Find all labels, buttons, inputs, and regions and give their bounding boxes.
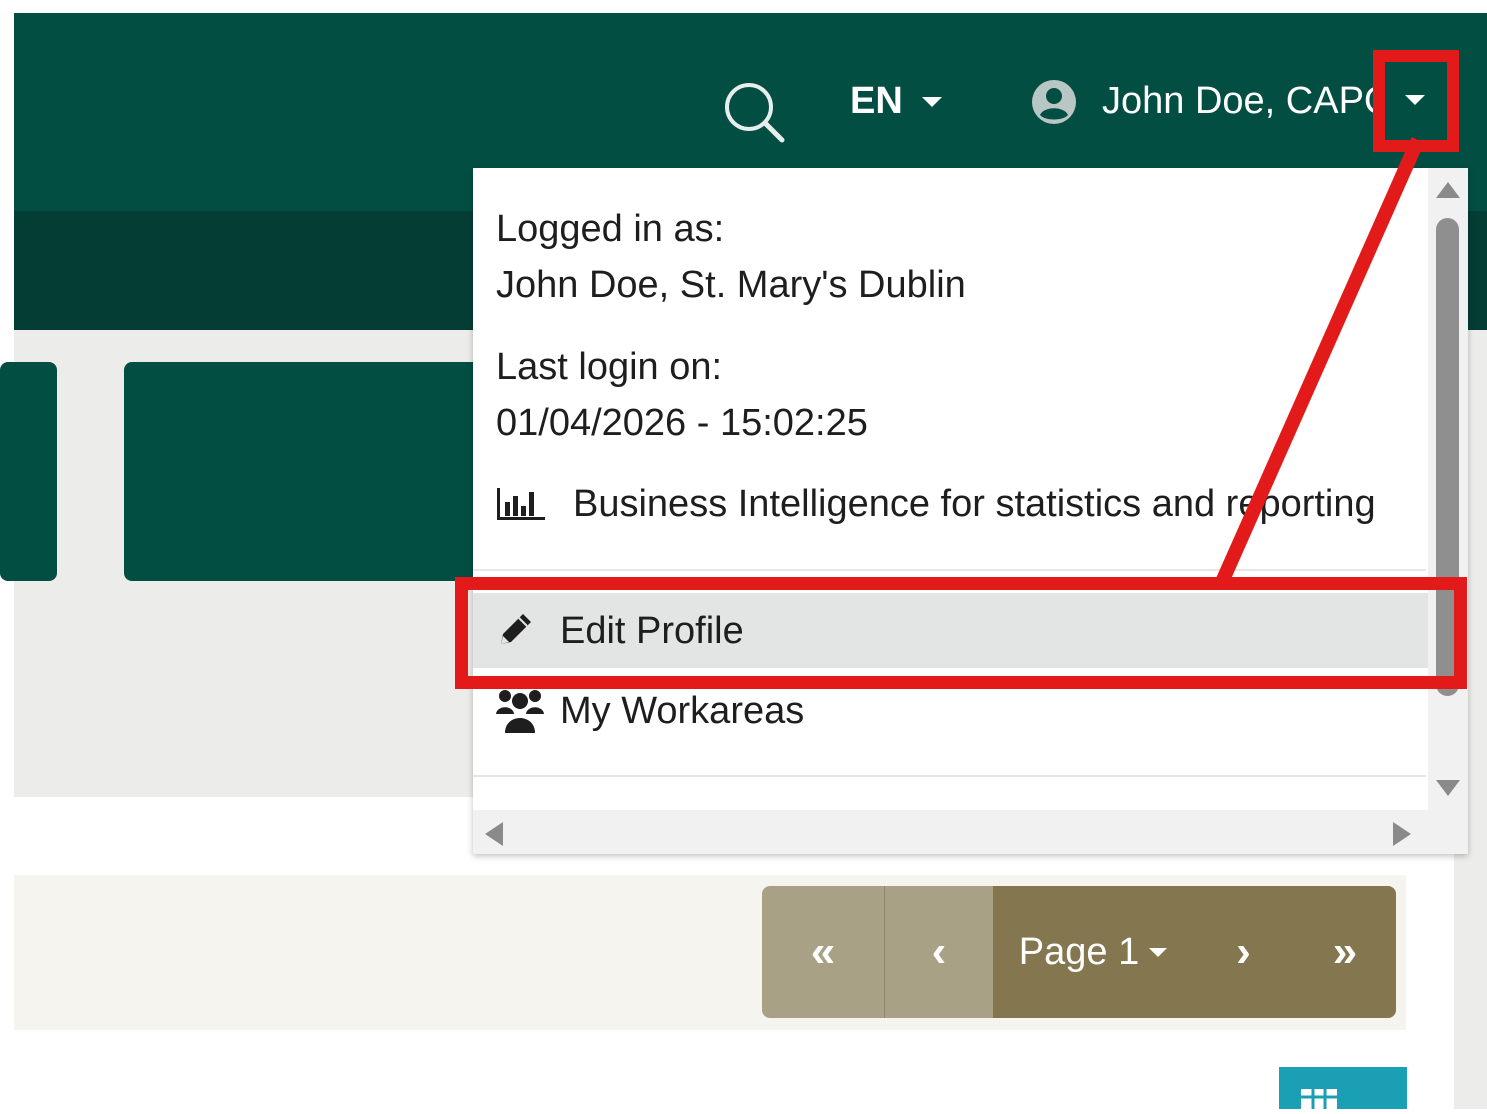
scroll-left-arrow-icon[interactable] [485, 822, 503, 846]
chevron-down-icon [1149, 947, 1168, 957]
logged-in-value: John Doe, St. Mary's Dublin [496, 264, 966, 306]
annotation-highlight-box [1373, 50, 1459, 152]
next-page-button[interactable]: › [1193, 886, 1294, 1018]
scroll-right-arrow-icon[interactable] [1393, 822, 1411, 846]
menu-item-label: My Workareas [560, 690, 805, 732]
user-circle-icon[interactable] [1030, 78, 1078, 126]
user-name[interactable]: John Doe, CAPC [1102, 80, 1382, 123]
last-page-button[interactable]: » [1294, 886, 1396, 1018]
language-selector[interactable]: EN [850, 80, 903, 123]
dashboard-tile[interactable] [124, 362, 504, 581]
previous-page-button[interactable]: ‹ [885, 886, 993, 1018]
scroll-down-arrow-icon[interactable] [1436, 780, 1460, 796]
logged-in-label: Logged in as: [496, 208, 725, 250]
horizontal-scrollbar[interactable] [473, 810, 1468, 854]
grid-icon [1301, 1089, 1337, 1109]
users-icon [495, 687, 545, 735]
annotation-highlight-box [455, 577, 1467, 689]
chevron-down-icon[interactable] [922, 97, 942, 107]
last-login-value: 01/04/2026 - 15:02:25 [496, 402, 868, 444]
first-page-button[interactable]: « [762, 886, 884, 1018]
page-select[interactable]: Page 1 [993, 886, 1193, 1018]
vertical-scrollbar[interactable] [1428, 168, 1468, 810]
menu-divider [473, 569, 1426, 571]
user-menu-dropdown: Logged in as: John Doe, St. Mary's Dubli… [473, 168, 1468, 854]
menu-divider [473, 775, 1426, 777]
search-icon[interactable] [722, 80, 786, 144]
menu-item-label: Business Intelligence for statistics and… [573, 483, 1376, 525]
grid-view-button[interactable] [1279, 1067, 1407, 1109]
last-login-label: Last login on: [496, 346, 723, 388]
menu-item-business-intelligence[interactable]: Business Intelligence for statistics and… [473, 468, 1423, 538]
dashboard-tile[interactable] [0, 362, 57, 581]
pagination: « ‹ Page 1 › » [762, 886, 1396, 1018]
bar-chart-icon [495, 486, 547, 522]
page-select-label: Page 1 [1018, 930, 1140, 973]
scroll-up-arrow-icon[interactable] [1436, 182, 1460, 198]
